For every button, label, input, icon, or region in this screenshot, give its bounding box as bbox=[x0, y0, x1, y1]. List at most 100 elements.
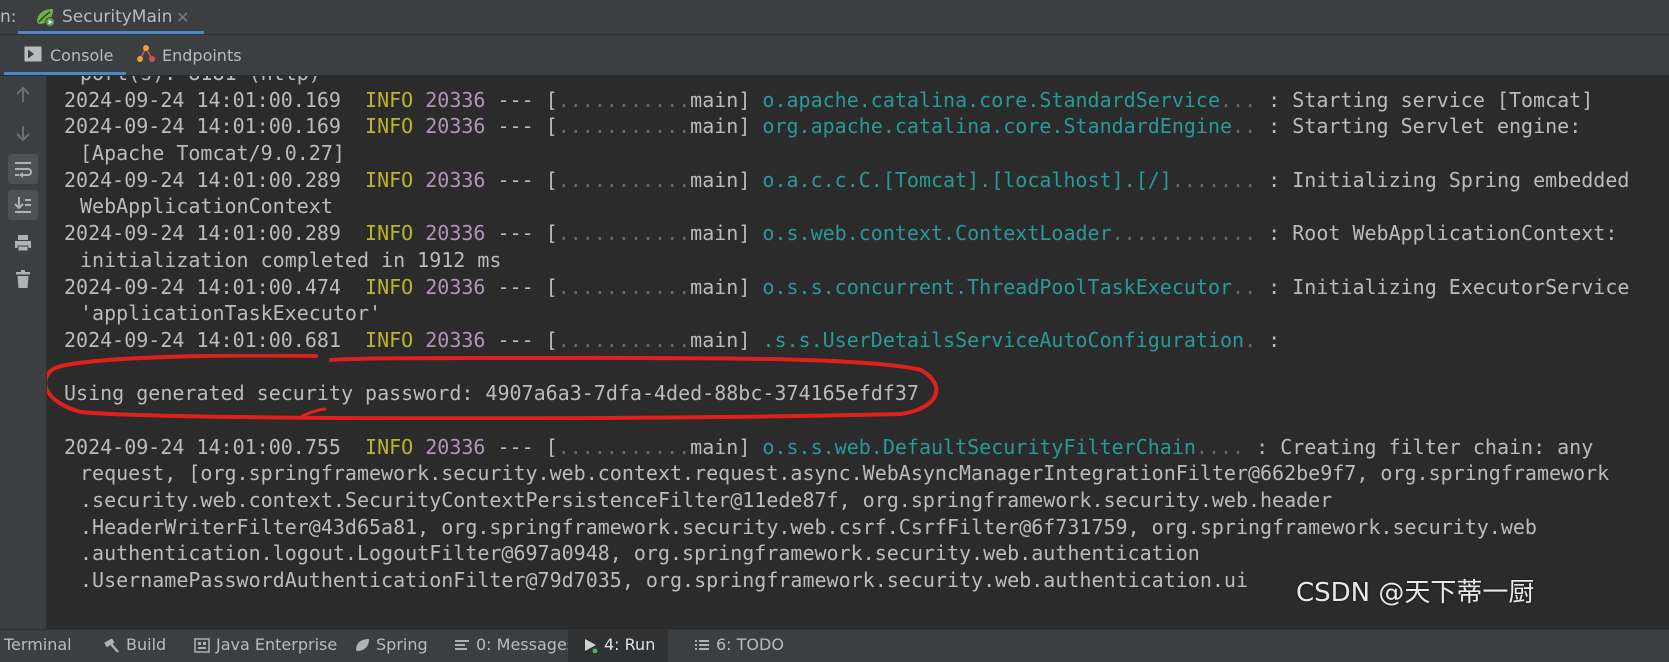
log-logger: .s.s.UserDetailsServiceAutoConfiguration bbox=[762, 327, 1245, 352]
log-logger-padding: ... bbox=[1219, 87, 1257, 112]
log-space bbox=[413, 328, 425, 352]
log-thread: main] bbox=[690, 274, 763, 299]
log-thread: main] bbox=[690, 167, 763, 192]
log-continuation: [Apache Tomcat/9.0.27] bbox=[80, 141, 345, 166]
log-continuation: 'applicationTaskExecutor' bbox=[80, 301, 382, 326]
run-tool-window-header: n: SecurityMain ✕ bbox=[0, 0, 1669, 35]
tool-tab-build[interactable]: Build bbox=[90, 630, 168, 662]
messages-icon bbox=[455, 640, 469, 650]
log-message: : Starting Servlet engine: bbox=[1256, 114, 1582, 139]
log-thread: main] bbox=[690, 434, 763, 459]
tool-tab-4-run[interactable]: 4: Run bbox=[568, 630, 668, 662]
console-output[interactable]: port(s): 8181 (http)2024-09-24 14:01:00.… bbox=[47, 76, 1669, 629]
log-logger-padding: . bbox=[1244, 327, 1257, 352]
log-thread-padding: ........... bbox=[557, 221, 691, 246]
log-message: : bbox=[1256, 327, 1293, 352]
log-thread-padding: ........... bbox=[557, 114, 691, 139]
down-button[interactable] bbox=[8, 118, 38, 148]
clear-all-button[interactable] bbox=[8, 264, 38, 294]
log-separator: --- [ bbox=[485, 114, 558, 139]
run-tab-label: SecurityMain bbox=[62, 7, 173, 27]
print-button[interactable] bbox=[8, 228, 38, 258]
log-thread-padding: ........... bbox=[557, 327, 691, 352]
tab-endpoints-label: Endpoints bbox=[162, 46, 242, 65]
console-toolbar bbox=[0, 76, 47, 629]
log-space bbox=[413, 114, 425, 138]
tool-tab-label: Spring bbox=[376, 635, 428, 654]
log-message: : Creating filter chain: any bbox=[1244, 434, 1594, 459]
todo-icon bbox=[695, 640, 709, 650]
log-pid: 20336 bbox=[425, 87, 486, 112]
log-continuation: request, [org.springframework.security.w… bbox=[80, 461, 1610, 486]
log-timestamp: 2024-09-24 14:01:00.681 bbox=[64, 327, 366, 352]
log-timestamp: 2024-09-24 14:01:00.289 bbox=[64, 221, 366, 246]
tool-tab-label: Build bbox=[126, 635, 167, 654]
log-line: 2024-09-24 14:01:00.681 INFO 20336 --- [… bbox=[64, 327, 1629, 354]
log-continuation: WebApplicationContext bbox=[80, 194, 333, 219]
log-timestamp: 2024-09-24 14:01:00.474 bbox=[64, 274, 366, 299]
log-thread: main] bbox=[690, 221, 763, 246]
log-logger: o.a.c.c.C.[Tomcat].[localhost].[/] bbox=[762, 167, 1172, 192]
log-space bbox=[413, 168, 425, 192]
log-continuation: .HeaderWriterFilter@43d65a81, org.spring… bbox=[80, 514, 1537, 539]
log-level: INFO bbox=[365, 221, 414, 246]
log-continuation: .authentication.logout.LogoutFilter@697a… bbox=[80, 541, 1200, 566]
log-timestamp: 2024-09-24 14:01:00.169 bbox=[64, 87, 366, 112]
tool-tab-terminal[interactable]: Terminal bbox=[0, 630, 72, 662]
spring-run-icon bbox=[37, 9, 55, 27]
log-pid: 20336 bbox=[425, 434, 486, 459]
log-thread: main] bbox=[690, 327, 763, 352]
tool-tab-label: 0: Messages bbox=[476, 635, 576, 654]
run-icon bbox=[585, 639, 598, 653]
log-timestamp: 2024-09-24 14:01:00.289 bbox=[64, 167, 366, 192]
log-pid: 20336 bbox=[425, 114, 486, 139]
log-continuation: initialization completed in 1912 ms bbox=[80, 247, 502, 272]
log-line: 2024-09-24 14:01:00.474 INFO 20336 --- [… bbox=[64, 274, 1629, 301]
log-separator: --- [ bbox=[485, 434, 558, 459]
log-separator: --- [ bbox=[485, 327, 558, 352]
log-logger: o.apache.catalina.core.StandardService bbox=[762, 87, 1220, 112]
tool-window-bar: Terminal Build Java Enterprise Spring 0: Mes… bbox=[0, 629, 1669, 662]
log-line: 2024-09-24 14:01:00.755 INFO 20336 --- [… bbox=[64, 434, 1629, 461]
tool-tab-label: Terminal bbox=[4, 635, 72, 654]
close-icon[interactable]: ✕ bbox=[176, 8, 189, 27]
log-line: 2024-09-24 14:01:00.169 INFO 20336 --- [… bbox=[64, 87, 1629, 114]
log-logger: org.apache.catalina.core.StandardEngine bbox=[762, 114, 1233, 139]
log-level: INFO bbox=[365, 167, 414, 192]
log-logger-padding: .. bbox=[1232, 274, 1257, 299]
log-level: INFO bbox=[365, 274, 414, 299]
log-logger: o.s.web.context.ContextLoader bbox=[762, 221, 1112, 246]
tool-tab-0-messages[interactable]: 0: Messages bbox=[440, 630, 575, 662]
log-thread: main] bbox=[690, 87, 763, 112]
scroll-to-end-button[interactable] bbox=[8, 190, 38, 220]
watermark: CSDN @天下蒂一厨 bbox=[1296, 578, 1535, 608]
log-continuation: .security.web.context.SecurityContextPer… bbox=[80, 488, 1333, 512]
log-logger-padding: ............ bbox=[1111, 221, 1257, 246]
up-button[interactable] bbox=[8, 80, 38, 110]
tab-console[interactable]: Console bbox=[4, 35, 126, 75]
log-thread-padding: ........... bbox=[557, 167, 691, 192]
log-timestamp: 2024-09-24 14:01:00.169 bbox=[64, 114, 366, 139]
log-separator: --- [ bbox=[485, 221, 558, 246]
soft-wrap-button[interactable] bbox=[8, 154, 38, 184]
soft-wrap-icon bbox=[15, 162, 32, 178]
tool-tab-java-enterprise[interactable]: Java Enterprise bbox=[180, 630, 337, 662]
tab-endpoints[interactable]: Endpoints bbox=[132, 35, 252, 75]
log-space bbox=[413, 435, 425, 459]
log-space bbox=[413, 88, 425, 112]
log-message: : Initializing ExecutorService bbox=[1256, 274, 1630, 299]
trash-icon bbox=[16, 270, 30, 288]
log-logger-padding: .. bbox=[1232, 114, 1257, 139]
log-timestamp: 2024-09-24 14:01:00.755 bbox=[64, 434, 366, 459]
log-line: 2024-09-24 14:01:00.169 INFO 20336 --- [… bbox=[64, 113, 1629, 140]
log-pid: 20336 bbox=[425, 221, 486, 246]
tool-tab-6-todo[interactable]: 6: TODO bbox=[680, 630, 784, 662]
log-pid: 20336 bbox=[425, 327, 486, 352]
log-message: : Root WebApplicationContext: bbox=[1256, 221, 1618, 246]
log-line-partial: port(s): 8181 (http) bbox=[64, 76, 1629, 87]
log-thread-padding: ........... bbox=[557, 274, 691, 299]
run-config-tab[interactable]: SecurityMain ✕ bbox=[18, 0, 204, 34]
tool-tab-spring[interactable]: Spring bbox=[340, 630, 428, 662]
log-logger-padding: .... bbox=[1195, 434, 1245, 459]
log-message: : Starting service [Tomcat] bbox=[1256, 87, 1594, 112]
